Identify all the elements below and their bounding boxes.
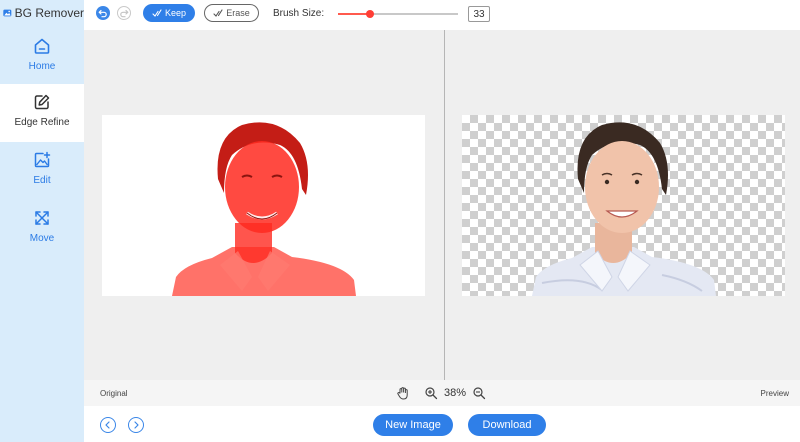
brush-size-label: Brush Size: xyxy=(273,8,325,19)
preview-image[interactable] xyxy=(462,115,785,296)
sidebar-item-label: Edit xyxy=(33,175,51,186)
original-image[interactable] xyxy=(102,115,425,296)
app-brand: BG Remover xyxy=(0,0,84,26)
sidebar-item-home[interactable]: Home xyxy=(0,28,84,86)
edit-square-icon xyxy=(34,94,50,110)
next-button[interactable] xyxy=(128,417,144,433)
sidebar-item-edit[interactable]: Edit xyxy=(0,142,84,200)
new-image-button[interactable]: New Image xyxy=(373,414,453,436)
slider-thumb[interactable] xyxy=(366,10,375,18)
hand-pan-icon[interactable] xyxy=(396,386,410,400)
erase-label: Erase xyxy=(226,8,250,18)
image-edit-icon xyxy=(34,151,51,168)
cutout-portrait xyxy=(532,122,716,296)
brush-erase-icon xyxy=(213,8,223,17)
erase-button[interactable]: Erase xyxy=(204,4,259,22)
keep-label: Keep xyxy=(164,8,187,18)
redo-icon xyxy=(120,9,129,18)
sidebar-item-move[interactable]: Move xyxy=(0,200,84,258)
zoom-controls: 38% xyxy=(396,386,486,400)
redo-button[interactable] xyxy=(117,6,131,20)
download-button[interactable]: Download xyxy=(468,414,546,436)
brush-keep-icon xyxy=(152,8,162,17)
preview-label: Preview xyxy=(760,389,789,398)
sidebar: BG Remover Home Edge Refine Edit Move xyxy=(0,0,84,442)
sidebar-item-label: Home xyxy=(28,61,56,72)
app-logo-icon xyxy=(3,9,12,17)
brush-size-slider[interactable] xyxy=(338,10,458,18)
zoom-in-icon[interactable] xyxy=(424,386,438,400)
zoom-level: 38% xyxy=(444,387,467,399)
original-label: Original xyxy=(100,389,128,398)
undo-button[interactable] xyxy=(96,6,110,20)
status-bar: Original 38% Preview xyxy=(84,380,800,406)
bottom-bar: New Image Download xyxy=(84,406,800,442)
chevron-left-icon xyxy=(105,421,110,429)
sidebar-item-label: Edge Refine xyxy=(14,117,70,128)
undo-icon xyxy=(98,9,107,18)
keep-button[interactable]: Keep xyxy=(143,4,195,22)
split-divider[interactable] xyxy=(444,30,445,380)
zoom-out-icon[interactable] xyxy=(472,386,486,400)
sidebar-item-edge-refine[interactable]: Edge Refine xyxy=(0,84,84,142)
sidebar-item-label: Move xyxy=(29,233,55,244)
home-icon xyxy=(34,38,50,54)
masked-portrait xyxy=(172,122,356,296)
canvas-area xyxy=(84,30,800,380)
move-arrows-icon xyxy=(35,211,49,225)
chevron-right-icon xyxy=(134,421,139,429)
toolbar: Keep Erase Brush Size: 33 xyxy=(84,0,800,30)
app-title: BG Remover xyxy=(14,6,84,20)
previous-button[interactable] xyxy=(100,417,116,433)
brush-size-input[interactable]: 33 xyxy=(468,6,490,22)
